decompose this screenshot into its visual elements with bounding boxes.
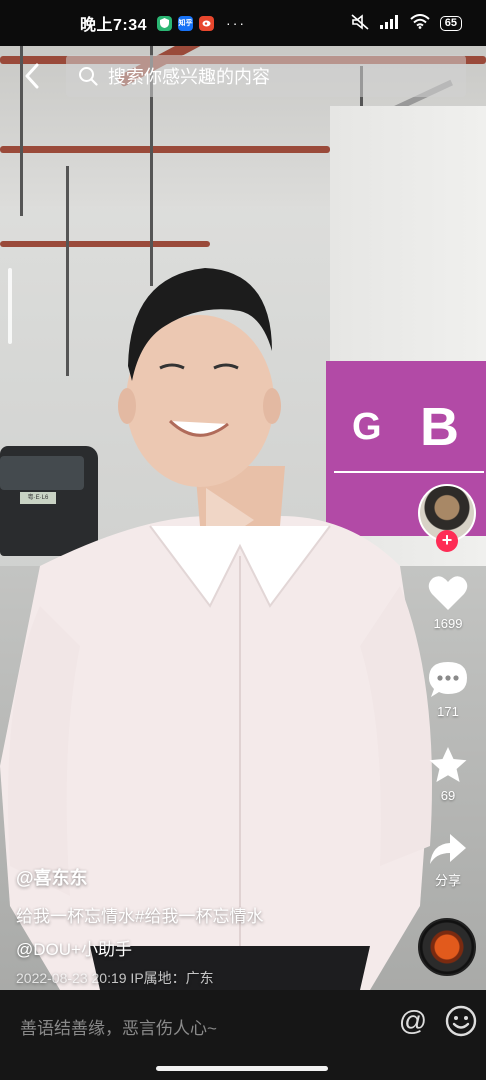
like-action[interactable]: 1699 — [416, 574, 480, 631]
author-name[interactable]: @喜东东 — [16, 864, 396, 890]
music-disc[interactable] — [418, 918, 476, 976]
like-count: 1699 — [433, 616, 463, 631]
wifi-icon — [410, 14, 430, 32]
mention-link[interactable]: @DOU+小助手 — [16, 935, 396, 960]
favorite-action[interactable]: 69 — [416, 746, 480, 803]
comment-action[interactable]: 171 — [416, 660, 480, 719]
video-player[interactable]: G B 粤·E·L6 — [0, 46, 486, 990]
follow-button[interactable]: + — [436, 530, 458, 552]
status-time: 晚上7:34 — [80, 17, 148, 34]
play-icon[interactable] — [206, 488, 254, 552]
battery-indicator: 65 — [439, 15, 462, 31]
comment-count: 171 — [437, 704, 459, 719]
post-meta: 2022-08-23 20:19 IP属地：广东 — [16, 970, 214, 986]
search-placeholder: 搜索你感兴趣的内容 — [108, 67, 270, 87]
back-button[interactable] — [18, 60, 46, 92]
star-icon[interactable] — [428, 746, 468, 784]
progress-edge-indicator — [8, 268, 12, 344]
shield-app-icon — [157, 15, 173, 31]
chevron-left-icon — [25, 63, 39, 89]
share-icon[interactable] — [428, 832, 468, 866]
status-app-icons: 知乎 — [157, 15, 215, 31]
status-more-icon: ··· — [226, 15, 247, 31]
emoji-icon[interactable] — [444, 1004, 478, 1038]
share-action[interactable]: 分享 — [416, 832, 480, 889]
heart-icon[interactable] — [427, 574, 469, 612]
home-indicator[interactable] — [156, 1066, 328, 1071]
video-description[interactable]: 给我一杯忘情水#给我一杯忘情水 — [16, 902, 396, 927]
share-label: 分享 — [434, 873, 461, 888]
comment-input[interactable]: 善语结善缘，恶言伤人心~ — [20, 1014, 217, 1039]
favorite-count: 69 — [440, 788, 456, 803]
mute-icon — [350, 13, 370, 33]
zhihu-app-icon: 知乎 — [178, 15, 194, 31]
search-input[interactable]: 搜索你感兴趣的内容 — [66, 55, 466, 97]
status-bar: 晚上7:34 知乎 ··· 65 — [0, 0, 486, 46]
author-avatar-group[interactable]: + — [418, 484, 478, 554]
signal-icon — [379, 14, 400, 32]
video-caption: @喜东东 给我一杯忘情水#给我一杯忘情水 @DOU+小助手 2022-08-23… — [16, 864, 396, 988]
weibo-app-icon — [199, 15, 215, 31]
search-icon — [79, 67, 98, 86]
comment-icon[interactable] — [427, 660, 469, 700]
mention-button[interactable]: @ — [396, 1004, 430, 1038]
status-indicators: 65 — [350, 13, 462, 33]
